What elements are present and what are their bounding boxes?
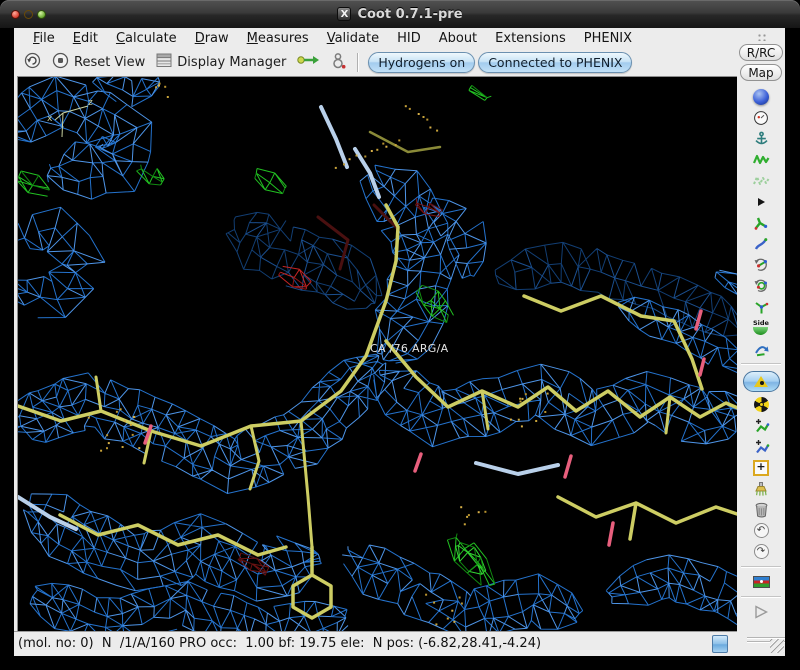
mutate-triangle-icon: [753, 375, 769, 388]
reset-view-button[interactable]: Reset View: [48, 50, 149, 75]
fix-atoms-anchor-button[interactable]: [737, 128, 785, 149]
simple-mutate-button[interactable]: [737, 394, 785, 415]
window-titlebar[interactable]: X Coot 0.7.1-pre: [0, 0, 800, 28]
layers-icon: [156, 53, 172, 72]
rotate-translate-residue-icon: [754, 279, 767, 292]
menu-calculate[interactable]: Calculate: [107, 31, 186, 46]
mutate-pill: [742, 370, 780, 392]
panel-separator: [737, 359, 785, 368]
menu-extensions[interactable]: Extensions: [486, 31, 575, 46]
flip-peptide-icon: [754, 345, 769, 356]
refine-squiggle-icon: [752, 154, 770, 165]
auto-fit-rotamer-button[interactable]: [737, 212, 785, 233]
undo-button[interactable]: ↶: [737, 520, 785, 541]
rc-button[interactable]: R/RC: [738, 44, 784, 61]
play-button[interactable]: [737, 601, 785, 622]
anchor-icon: [754, 131, 768, 144]
rotamer-figure-button[interactable]: [327, 50, 350, 75]
redo-button[interactable]: ↷: [737, 541, 785, 562]
regularize-squiggle-icon: [753, 176, 770, 185]
rotamer-figure-blue-icon: [754, 237, 768, 250]
rotamers-button[interactable]: [737, 233, 785, 254]
resize-grip[interactable]: [770, 639, 784, 653]
flip-peptide-button[interactable]: [737, 338, 785, 359]
expand-tools-button[interactable]: [737, 191, 785, 212]
screen: X Coot 0.7.1-pre File Edit Calculate Draw Me…: [0, 0, 800, 670]
rotate-translate-zone-button[interactable]: [737, 254, 785, 275]
side-chain-flip-icon: Side: [753, 320, 769, 335]
mutate-residue-button[interactable]: [737, 368, 785, 394]
flag-icon: [752, 575, 770, 588]
rotamer-figure-green-icon: [754, 217, 768, 230]
atom-label: CA /76 ARG/A: [370, 342, 449, 355]
title-area: X Coot 0.7.1-pre: [0, 0, 800, 28]
undo-arrow-icon: ↶: [753, 523, 769, 538]
panel-separator: [737, 592, 785, 601]
redo-arrow-icon: ↷: [753, 544, 769, 559]
strip-hydrogens-brush-button[interactable]: [737, 478, 785, 499]
rotate-translate-residue-button[interactable]: [737, 275, 785, 296]
rotate-translate-icon: [754, 258, 767, 271]
view-sphere-button[interactable]: [737, 86, 785, 107]
graphics-canvas[interactable]: x z CA /76 ARG/A: [17, 76, 738, 632]
map-button[interactable]: Map: [740, 64, 782, 81]
menu-phenix[interactable]: PHENIX: [575, 31, 641, 46]
menu-validate[interactable]: Validate: [318, 31, 388, 46]
add-alt-conf-icon: [755, 439, 769, 453]
axis-label-z: z: [88, 98, 93, 108]
menu-measures[interactable]: Measures: [238, 31, 318, 46]
menu-edit[interactable]: Edit: [64, 31, 107, 46]
figure-eight-icon: [331, 52, 346, 73]
display-manager-button[interactable]: Display Manager: [152, 51, 290, 74]
radiation-trefoil-icon: [753, 397, 769, 412]
target-circle-icon: [52, 52, 69, 73]
window-title: Coot 0.7.1-pre: [357, 6, 463, 22]
place-atom-icon: +: [753, 459, 769, 476]
phenix-status-button[interactable]: Connected to PHENIX: [478, 51, 633, 73]
hydrogens-toggle-button[interactable]: Hydrogens on: [368, 51, 476, 73]
tool-panel: R/RC Map Side + ↶ ↷: [737, 28, 785, 656]
add-alt-conf-button[interactable]: [737, 436, 785, 457]
place-atom-button[interactable]: +: [737, 457, 785, 478]
status-bar: (mol. no: 0) N /1/A/160 PRO occ: 1.00 bf…: [14, 631, 737, 656]
toolbar-separator: [357, 52, 360, 72]
tool-stack: Side + ↶ ↷: [737, 86, 785, 622]
status-text: (mol. no: 0) N /1/A/160 PRO occ: 1.00 bf…: [18, 636, 542, 651]
regularize-zone-button[interactable]: [737, 170, 785, 191]
circle-arrow-icon: [24, 52, 41, 73]
panel-grip-handle[interactable]: [755, 32, 767, 41]
menu-bar: File Edit Calculate Draw Measures Validate HID…: [14, 28, 737, 48]
play-outline-icon: [755, 604, 769, 619]
x11-icon: X: [337, 7, 352, 21]
axis-label-x: x: [47, 114, 53, 124]
scroll-thumb[interactable]: [712, 635, 728, 653]
recenter-view-button[interactable]: [20, 50, 45, 75]
menu-draw[interactable]: Draw: [186, 31, 238, 46]
reset-view-label: Reset View: [74, 54, 146, 70]
trash-icon: [755, 502, 767, 517]
panel-separator: [737, 562, 785, 571]
brush-icon: [755, 481, 767, 496]
run-refmac-button[interactable]: [737, 571, 785, 592]
delete-item-button[interactable]: [737, 499, 785, 520]
add-terminal-residue-button[interactable]: [737, 415, 785, 436]
green-arrow-icon: [297, 53, 320, 71]
clock-timer-button[interactable]: [737, 107, 785, 128]
real-space-refine-zone-button[interactable]: [737, 149, 785, 170]
edit-chi-angles-button[interactable]: [737, 296, 785, 317]
clock-icon: [754, 110, 768, 125]
expand-triangle-icon: [757, 197, 765, 206]
go-to-atom-button[interactable]: [293, 51, 324, 73]
menu-about[interactable]: About: [430, 31, 486, 46]
main-toolbar: Reset View Display Manager Hydrogens on …: [14, 48, 737, 76]
add-terminal-icon: [755, 418, 769, 432]
menu-hid[interactable]: HID: [388, 31, 430, 46]
menu-file[interactable]: File: [24, 31, 64, 46]
sphere-icon: [753, 88, 769, 105]
side-chain-180-flip-button[interactable]: Side: [737, 317, 785, 338]
app-window: File Edit Calculate Draw Measures Validate HID…: [14, 28, 785, 656]
edit-chi-icon: [754, 301, 768, 313]
display-manager-label: Display Manager: [177, 54, 287, 70]
